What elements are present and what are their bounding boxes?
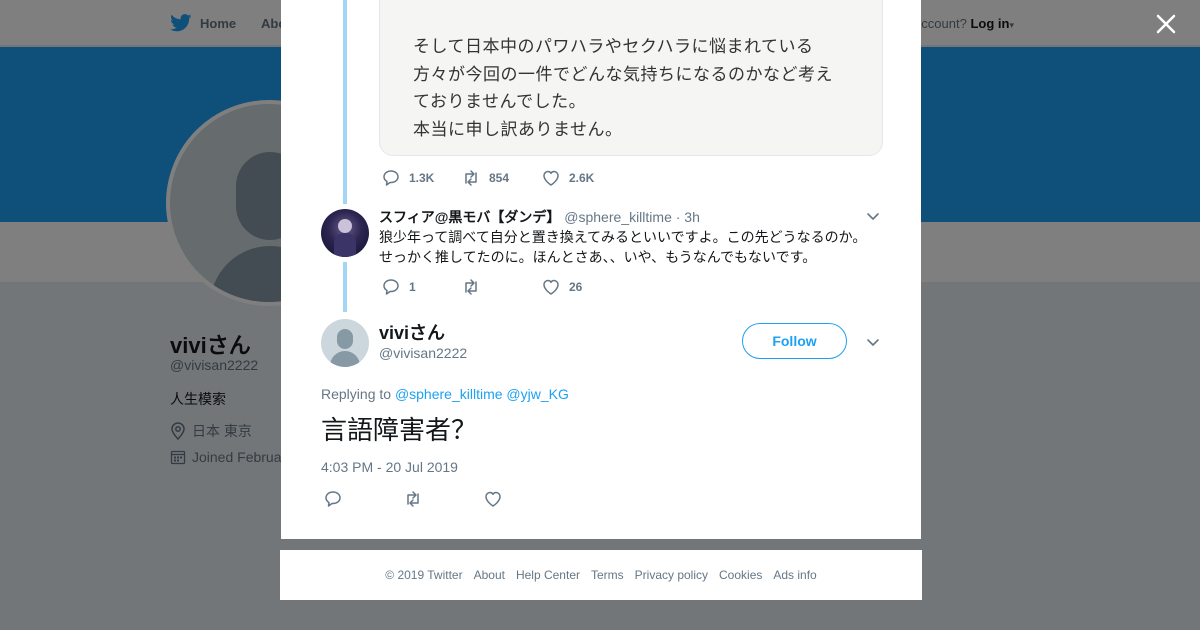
reply-button[interactable] bbox=[323, 489, 403, 509]
like-button[interactable] bbox=[483, 489, 563, 509]
modal-footer: © 2019 Twitter About Help Center Terms P… bbox=[280, 550, 922, 600]
thread-line bbox=[343, 0, 347, 204]
reply-author-handle[interactable]: @sphere_killtime bbox=[564, 209, 672, 225]
main-author-avatar[interactable] bbox=[321, 319, 369, 367]
retweet-icon bbox=[407, 491, 419, 507]
image-text-line: 本当に申し訳ありません。 bbox=[413, 119, 623, 139]
retweet-icon bbox=[465, 279, 477, 295]
reply-text-line: 狼少年って調べて自分と置き換えてみるといいですよ。この先どうなるのか。 bbox=[379, 229, 867, 245]
reply-icon bbox=[325, 491, 341, 507]
reply-to-link[interactable]: @yjw_KG bbox=[506, 386, 568, 402]
footer-link-cookies[interactable]: Cookies bbox=[719, 568, 762, 582]
reply-to-link[interactable]: @sphere_killtime bbox=[395, 386, 503, 402]
retweet-count: 854 bbox=[489, 171, 510, 185]
heart-icon bbox=[543, 279, 559, 295]
reply-button[interactable]: 1 bbox=[381, 277, 461, 297]
heart-icon bbox=[485, 491, 501, 507]
footer-copyright: © 2019 Twitter bbox=[385, 568, 463, 582]
image-text-line: そして日本中のパワハラやセクハラに悩まれている bbox=[413, 37, 814, 56]
main-author-handle[interactable]: @vivisan2222 bbox=[379, 345, 467, 361]
retweet-icon bbox=[465, 170, 477, 186]
close-icon bbox=[1156, 14, 1176, 34]
reply-author-avatar[interactable] bbox=[321, 209, 369, 257]
chevron-down-icon[interactable] bbox=[865, 208, 881, 224]
like-button[interactable]: 2.6K bbox=[541, 168, 621, 188]
footer-link-ads-info[interactable]: Ads info bbox=[773, 568, 816, 582]
tweet-modal: そして日本中のパワハラやセクハラに悩まれている 方々が今回の一件でどんな気持ちに… bbox=[281, 0, 921, 539]
retweet-button[interactable] bbox=[403, 489, 483, 509]
image-text-line: ておりませんでした。 bbox=[413, 92, 587, 111]
reply-count: 1 bbox=[409, 280, 416, 294]
retweet-button[interactable]: 854 bbox=[461, 168, 541, 188]
reply-text-line: せっかく推してたのに。ほんとさあ、、いや、もうなんでもないです。 bbox=[379, 249, 817, 265]
reply-author-name[interactable]: スフィア@黒モバ【ダンデ】 bbox=[379, 209, 560, 225]
reply-button[interactable]: 1.3K bbox=[381, 168, 461, 188]
replying-to: Replying to @sphere_killtime @yjw_KG bbox=[321, 386, 569, 402]
main-tweet-text: 言語障害者？ bbox=[321, 415, 478, 445]
like-count: 2.6K bbox=[569, 171, 595, 185]
replying-prefix: Replying to bbox=[321, 386, 392, 402]
retweet-button[interactable] bbox=[461, 277, 541, 297]
reply-actions: 1 26 bbox=[381, 277, 621, 297]
reply-text: 狼少年って調べて自分と置き換えてみるといいですよ。この先どうなるのか。 せっかく… bbox=[379, 227, 866, 267]
reply-icon bbox=[383, 170, 399, 186]
like-button[interactable]: 26 bbox=[541, 277, 621, 297]
tweet-actions: 1.3K 854 2.6K bbox=[381, 168, 621, 188]
footer-link-about[interactable]: About bbox=[474, 568, 505, 582]
reply-icon bbox=[383, 279, 399, 295]
reply-time[interactable]: · 3h bbox=[676, 209, 700, 225]
footer-link-terms[interactable]: Terms bbox=[591, 568, 624, 582]
main-tweet-actions bbox=[323, 489, 563, 509]
footer-link-privacy[interactable]: Privacy policy bbox=[635, 568, 708, 582]
chevron-down-icon[interactable] bbox=[865, 334, 881, 350]
like-count: 26 bbox=[569, 280, 583, 294]
image-text-line: 方々が今回の一件でどんな気持ちになるのかなど考え bbox=[413, 64, 833, 84]
image-text: そして日本中のパワハラやセクハラに悩まれている 方々が今回の一件でどんな気持ちに… bbox=[413, 33, 833, 143]
reply-count: 1.3K bbox=[409, 171, 435, 185]
footer-link-help-center[interactable]: Help Center bbox=[516, 568, 580, 582]
tweet-timestamp[interactable]: 4:03 PM - 20 Jul 2019 bbox=[321, 459, 458, 475]
thread-line bbox=[343, 262, 347, 312]
main-author-name[interactable]: viviさん bbox=[379, 319, 445, 345]
tweet-image[interactable]: そして日本中のパワハラやセクハラに悩まれている 方々が今回の一件でどんな気持ちに… bbox=[379, 0, 883, 156]
close-button[interactable] bbox=[1152, 10, 1180, 38]
follow-button[interactable]: Follow bbox=[742, 323, 847, 359]
reply-header: スフィア@黒モバ【ダンデ】 @sphere_killtime · 3h bbox=[379, 207, 700, 227]
heart-icon bbox=[543, 170, 559, 186]
